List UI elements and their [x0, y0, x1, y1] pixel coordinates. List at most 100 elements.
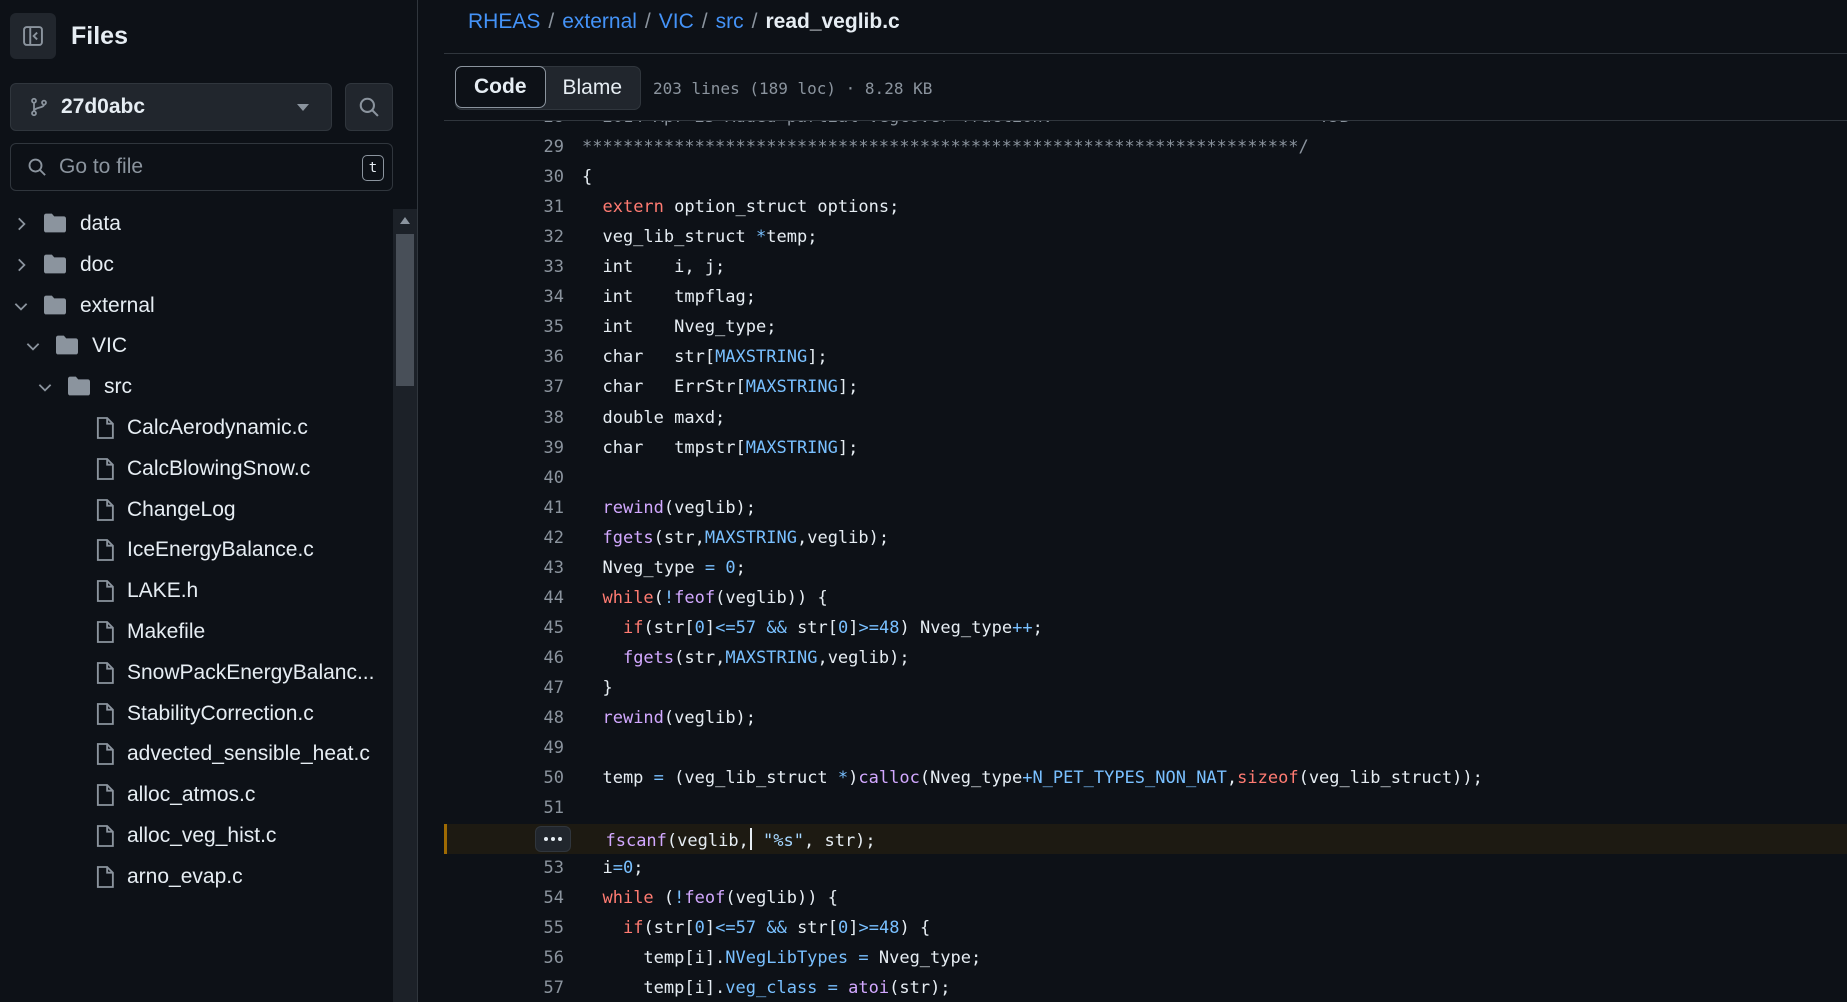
breadcrumb-link-repo[interactable]: RHEAS: [468, 10, 540, 34]
line-number[interactable]: 51: [484, 798, 564, 818]
line-number[interactable]: 30: [484, 167, 564, 187]
line-number[interactable]: 46: [484, 648, 564, 668]
line-number[interactable]: 57: [484, 978, 564, 998]
breadcrumb-link-external[interactable]: external: [562, 10, 637, 34]
search-files-button[interactable]: [345, 83, 393, 131]
code-line[interactable]: 36 char str[MAXSTRING];: [444, 343, 1847, 373]
code-line[interactable]: 42 fgets(str,MAXSTRING,veglib);: [444, 524, 1847, 554]
chevron-right-icon[interactable]: [12, 215, 30, 233]
breadcrumb: RHEAS / external / VIC / src / read_vegl…: [468, 10, 900, 34]
code-line[interactable]: 29 **************************************…: [444, 133, 1847, 163]
line-options-button[interactable]: [535, 826, 571, 853]
branch-selector[interactable]: 27d0abc: [10, 83, 332, 131]
line-number[interactable]: 37: [484, 377, 564, 397]
code-line[interactable]: 46 fgets(str,MAXSTRING,veglib);: [444, 644, 1847, 674]
code-line[interactable]: 37 char ErrStr[MAXSTRING];: [444, 373, 1847, 403]
line-number[interactable]: 44: [484, 588, 564, 608]
line-number[interactable]: 40: [484, 468, 564, 488]
tree-item-label: advected_sensible_heat.c: [127, 742, 370, 766]
line-number[interactable]: 31: [484, 197, 564, 217]
code-line[interactable]: 28 2014-Apr-25 Added partial vegcover fr…: [444, 121, 1847, 133]
go-to-file-input[interactable]: Go to file t: [10, 143, 393, 191]
file-icon: [96, 498, 114, 521]
code-line[interactable]: 54 while (!feof(veglib)) {: [444, 884, 1847, 914]
scrollbar-thumb[interactable]: [396, 234, 414, 386]
collapse-sidebar-button[interactable]: [10, 13, 56, 59]
line-number[interactable]: 28: [484, 121, 564, 127]
tree-item-label: IceEnergyBalance.c: [127, 538, 314, 562]
code-line[interactable]: 55 if(str[0]<=57 && str[0]>=48) {: [444, 914, 1847, 944]
line-number[interactable]: 33: [484, 257, 564, 277]
chevron-right-icon[interactable]: [12, 256, 30, 274]
line-number[interactable]: 32: [484, 227, 564, 247]
code-line[interactable]: 32 veg_lib_struct *temp;: [444, 223, 1847, 253]
code-line[interactable]: 52 fscanf(veglib, "%s", str);: [444, 824, 1847, 855]
folder-icon: [44, 213, 66, 233]
line-number[interactable]: 39: [484, 438, 564, 458]
tree-item-label: CalcBlowingSnow.c: [127, 456, 311, 480]
code-line[interactable]: 49: [444, 734, 1847, 764]
code-line[interactable]: 47 }: [444, 674, 1847, 704]
line-number[interactable]: 49: [484, 738, 564, 758]
tab-blame[interactable]: Blame: [545, 67, 641, 109]
line-number[interactable]: 47: [484, 678, 564, 698]
code-line[interactable]: 39 char tmpstr[MAXSTRING];: [444, 434, 1847, 464]
line-number[interactable]: 54: [484, 888, 564, 908]
code-text: if(str[0]<=57 && str[0]>=48) {: [622, 918, 931, 939]
line-number[interactable]: 48: [484, 708, 564, 728]
code-line[interactable]: 50 temp = (veg_lib_struct *)calloc(Nveg_…: [444, 764, 1847, 794]
scroll-up-arrow-icon[interactable]: [400, 217, 410, 224]
code-line[interactable]: 40: [444, 464, 1847, 494]
code-line[interactable]: 45 if(str[0]<=57 && str[0]>=48) Nveg_typ…: [444, 614, 1847, 644]
line-number[interactable]: 38: [484, 408, 564, 428]
chevron-down-icon[interactable]: [24, 337, 42, 355]
breadcrumb-link-vic[interactable]: VIC: [659, 10, 694, 34]
tree-file[interactable]: arno_evap.c: [0, 853, 392, 901]
code-line[interactable]: 35 int Nveg_type;: [444, 313, 1847, 343]
code-line[interactable]: 31 extern option_struct options;: [444, 193, 1847, 223]
code-line[interactable]: 33 int i, j;: [444, 253, 1847, 283]
line-number[interactable]: 34: [484, 287, 564, 307]
code-line[interactable]: 56 temp[i].NVegLibTypes = Nveg_type;: [444, 944, 1847, 974]
file-icon: [96, 539, 114, 562]
search-icon: [28, 158, 46, 176]
code-line[interactable]: 51: [444, 794, 1847, 824]
tree-item-label: VIC: [92, 334, 128, 358]
code-line[interactable]: 44 while(!feof(veglib)) {: [444, 584, 1847, 614]
code-line[interactable]: 43 Nveg_type = 0;: [444, 554, 1847, 584]
code-line[interactable]: 53 i=0;: [444, 854, 1847, 884]
dot-icon: [558, 837, 562, 842]
line-number[interactable]: 50: [484, 768, 564, 788]
file-stats: 203 lines (189 loc) · 8.28 KB: [653, 79, 933, 98]
line-number[interactable]: 41: [484, 498, 564, 518]
file-tree-scrollbar[interactable]: [393, 209, 417, 1002]
line-number[interactable]: 35: [484, 317, 564, 337]
line-number[interactable]: 53: [484, 858, 564, 878]
line-number[interactable]: 55: [484, 918, 564, 938]
line-number[interactable]: 36: [484, 347, 564, 367]
line-number[interactable]: 45: [484, 618, 564, 638]
line-number[interactable]: 43: [484, 558, 564, 578]
folder-open-icon: [44, 295, 66, 315]
code-line[interactable]: 30 {: [444, 163, 1847, 193]
code-line[interactable]: 57 temp[i].veg_class = atoi(str);: [444, 974, 1847, 1002]
search-icon: [359, 97, 379, 117]
breadcrumb-link-src[interactable]: src: [716, 10, 744, 34]
code-text: int i, j;: [582, 257, 726, 278]
breadcrumb-separator: /: [644, 10, 651, 33]
code-text: 2014-Apr-25 Added partial vegcover fract…: [582, 121, 1349, 127]
line-number[interactable]: 42: [484, 528, 564, 548]
line-number[interactable]: 56: [484, 948, 564, 968]
code-line[interactable]: 48 rewind(veglib);: [444, 704, 1847, 734]
code-line[interactable]: 34 int tmpflag;: [444, 283, 1847, 313]
file-tree-sidebar: Files 27d0abc Go to file t data doc extern…: [0, 0, 418, 1002]
line-number[interactable]: 29: [484, 137, 564, 157]
tab-code[interactable]: Code: [455, 66, 546, 108]
file-icon: [96, 702, 114, 725]
code-viewer[interactable]: 28 2014-Apr-25 Added partial vegcover fr…: [444, 121, 1847, 1002]
code-line[interactable]: 38 double maxd;: [444, 404, 1847, 434]
chevron-down-icon[interactable]: [12, 297, 30, 315]
code-line[interactable]: 41 rewind(veglib);: [444, 494, 1847, 524]
chevron-down-icon[interactable]: [36, 378, 54, 396]
tree-item-label: arno_evap.c: [127, 864, 243, 888]
